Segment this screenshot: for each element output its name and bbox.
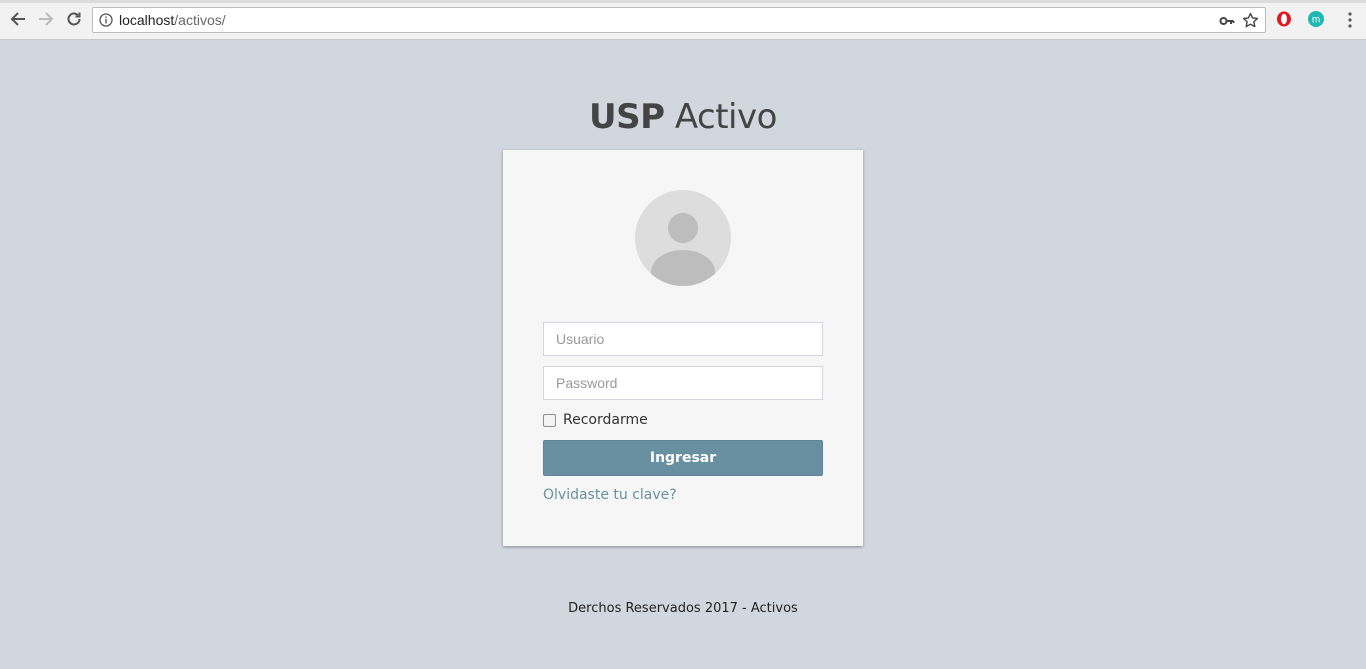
app-title: USP Activo: [0, 97, 1366, 137]
remember-label[interactable]: Recordarme: [563, 412, 648, 428]
info-icon[interactable]: [99, 13, 113, 27]
browser-toolbar: localhost/activos/ m: [0, 0, 1366, 40]
username-input[interactable]: [543, 322, 823, 356]
login-card: Recordarme Ingresar Olvidaste tu clave?: [503, 150, 863, 546]
address-bar[interactable]: localhost/activos/: [92, 7, 1266, 33]
reload-icon: [67, 12, 81, 26]
remember-me[interactable]: Recordarme: [543, 412, 648, 428]
key-icon[interactable]: [1219, 13, 1235, 29]
m-extension-letter: m: [1312, 15, 1320, 26]
back-button[interactable]: [8, 9, 28, 29]
reload-button[interactable]: [64, 9, 84, 29]
login-button[interactable]: Ingresar: [543, 440, 823, 476]
forward-arrow-icon: [39, 12, 54, 26]
url-host: localhost: [119, 12, 175, 28]
url-path: /activos/: [174, 12, 226, 28]
back-arrow-icon: [10, 12, 25, 26]
user-placeholder-icon: [651, 213, 715, 286]
app-title-rest: Activo: [674, 97, 778, 137]
remember-checkbox[interactable]: [543, 413, 556, 427]
forward-button[interactable]: [36, 9, 56, 29]
star-icon[interactable]: [1242, 12, 1259, 29]
app-title-brand: USP: [589, 97, 665, 137]
footer-text: Derchos Reservados 2017 - Activos: [568, 601, 798, 616]
tab-strip: [0, 0, 1366, 3]
forgot-password-link[interactable]: Olvidaste tu clave?: [543, 487, 677, 503]
password-input[interactable]: [543, 366, 823, 400]
url-text: localhost/activos/: [119, 12, 226, 28]
opera-extension-icon[interactable]: [1276, 11, 1292, 27]
menu-dots-icon[interactable]: [1343, 10, 1357, 30]
m-extension-icon[interactable]: m: [1308, 11, 1324, 27]
avatar: [635, 190, 731, 286]
